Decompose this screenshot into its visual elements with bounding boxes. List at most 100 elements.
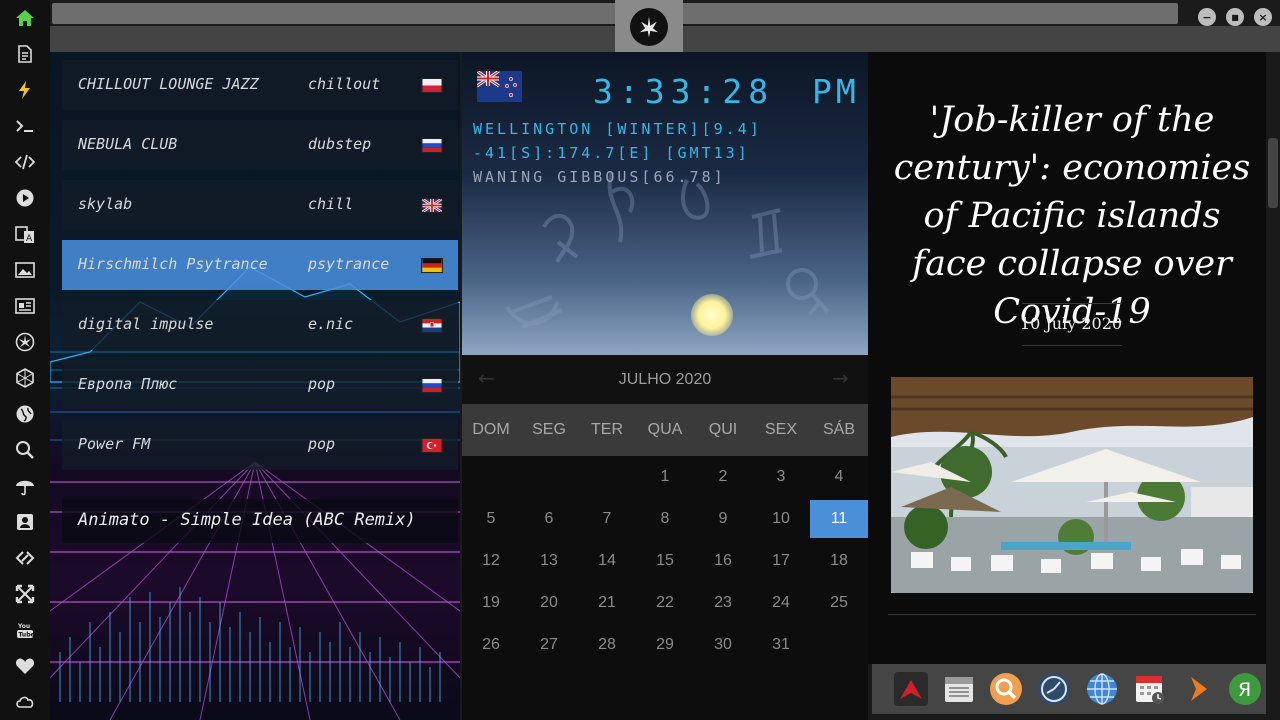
red-arrow-app-icon[interactable] xyxy=(894,672,928,706)
close-button[interactable]: × xyxy=(1254,8,1272,26)
calendar-day[interactable]: 30 xyxy=(694,626,752,664)
document-icon[interactable] xyxy=(13,42,37,66)
turkey-flag-icon xyxy=(421,438,443,453)
station-genre: chillout xyxy=(308,75,381,93)
weekday-label: TER xyxy=(591,421,623,438)
station-row[interactable]: Европа Плюс pop xyxy=(62,360,458,410)
calendar-day[interactable]: 29 xyxy=(636,626,694,664)
minimize-icon: − xyxy=(1202,10,1212,24)
youtube-icon[interactable]: You Tube xyxy=(13,618,37,642)
minimize-button[interactable]: − xyxy=(1198,8,1216,26)
station-row[interactable]: Power FM pop xyxy=(62,420,458,470)
russia-flag-icon xyxy=(421,378,443,393)
calendar-day[interactable]: 2 xyxy=(694,458,752,496)
calendar-day[interactable]: 18 xyxy=(810,542,868,580)
calendar-day[interactable]: 17 xyxy=(752,542,810,580)
station-row-active[interactable]: Hirschmilch Psytrance psytrance xyxy=(62,240,458,290)
play-icon[interactable] xyxy=(13,186,37,210)
calendar-day[interactable]: 4 xyxy=(810,458,868,496)
globe-icon[interactable] xyxy=(13,402,37,426)
station-row[interactable]: NEBULA CLUB dubstep xyxy=(62,120,458,170)
expand-icon[interactable] xyxy=(13,582,37,606)
calendar-day[interactable]: 20 xyxy=(520,584,578,622)
contact-icon[interactable] xyxy=(13,510,37,534)
news-scrollbar-thumb[interactable] xyxy=(1268,138,1278,208)
calendar-day[interactable]: 14 xyxy=(578,542,636,580)
lightning-icon[interactable] xyxy=(13,78,37,102)
rebel-icon[interactable] xyxy=(13,330,37,354)
svg-text:You: You xyxy=(17,623,30,630)
calendar-day[interactable]: 7 xyxy=(578,500,636,538)
calendar-day[interactable]: 9 xyxy=(694,500,752,538)
calendar-day[interactable]: 13 xyxy=(520,542,578,580)
hexagon-icon[interactable] xyxy=(13,366,37,390)
calendar-day[interactable]: 31 xyxy=(752,626,810,664)
calendar-day[interactable]: 25 xyxy=(810,584,868,622)
station-row[interactable]: skylab chill xyxy=(62,180,458,230)
calendar-day[interactable]: 1 xyxy=(636,458,694,496)
home-icon[interactable] xyxy=(13,6,37,30)
weekday-label: SEX xyxy=(764,421,797,438)
weekday-label: SEG xyxy=(532,421,566,438)
calendar-day[interactable]: 28 xyxy=(578,626,636,664)
browser-globe-icon[interactable] xyxy=(1085,672,1119,706)
uk-flag-icon xyxy=(421,198,443,213)
image-icon[interactable] xyxy=(13,258,37,282)
calendar-day[interactable]: 6 xyxy=(520,500,578,538)
calendar-day[interactable]: 8 xyxy=(636,500,694,538)
news-icon[interactable] xyxy=(13,294,37,318)
calendar-gadget-icon[interactable] xyxy=(942,672,976,706)
terminal-icon[interactable] xyxy=(13,114,37,138)
cloud-icon[interactable] xyxy=(13,690,37,714)
calendar-day[interactable]: 23 xyxy=(694,584,752,622)
calendar-app-icon[interactable] xyxy=(1133,672,1167,706)
calendar-day[interactable]: 24 xyxy=(752,584,810,622)
forward-arrow-icon[interactable] xyxy=(1181,672,1215,706)
calendar-day[interactable]: 3 xyxy=(752,458,810,496)
next-month-button[interactable]: → xyxy=(832,366,849,390)
calendar-day[interactable]: 10 xyxy=(752,500,810,538)
world-clock-panel: 3:33:28 PM WELLINGTON [WINTER][9.4] -41[… xyxy=(462,52,868,355)
station-row[interactable]: digital impulse e.nic xyxy=(62,300,458,350)
clock-app-icon[interactable] xyxy=(1037,672,1071,706)
calendar-day[interactable]: 12 xyxy=(462,542,520,580)
station-name: Power FM xyxy=(78,435,151,453)
translate-icon[interactable]: A xyxy=(13,222,37,246)
calendar-day[interactable]: 19 xyxy=(462,584,520,622)
yandex-icon[interactable]: Я xyxy=(1228,672,1262,706)
new-zealand-flag-icon xyxy=(477,71,522,102)
clock-time: 3:33:28 xyxy=(593,72,775,111)
heart-icon[interactable] xyxy=(13,654,37,678)
news-photo[interactable] xyxy=(891,377,1253,593)
calendar-day[interactable]: 26 xyxy=(462,626,520,664)
code-icon[interactable] xyxy=(13,150,37,174)
calendar-day[interactable]: 27 xyxy=(520,626,578,664)
calendar-day[interactable]: 5 xyxy=(462,500,520,538)
calendar-day[interactable]: 22 xyxy=(636,584,694,622)
station-name: Hirschmilch Psytrance xyxy=(78,255,268,273)
calendar-day[interactable]: 16 xyxy=(694,542,752,580)
search-icon[interactable] xyxy=(13,438,37,462)
calendar-weekday-row: DOM SEG TER QUA QUI SEX SÁB xyxy=(462,404,868,456)
rebel-logo-tab[interactable] xyxy=(615,0,683,52)
search-app-icon[interactable] xyxy=(989,672,1023,706)
calendar-day-today[interactable]: 11 xyxy=(810,500,868,538)
germany-flag-icon xyxy=(421,258,443,273)
news-scrollbar[interactable] xyxy=(1266,52,1280,664)
calendar-header: ← JULHO 2020 → xyxy=(462,355,868,404)
now-playing-bar[interactable]: Animato - Simple Idea (ABC Remix) xyxy=(62,499,458,543)
station-genre: dubstep xyxy=(308,135,372,153)
top-bar: − ■ × xyxy=(50,0,1280,52)
station-row[interactable]: CHILLOUT LOUNGE JAZZ chillout xyxy=(62,60,458,110)
news-headline[interactable]: 'Job-killer of the century': economies o… xyxy=(888,96,1256,336)
station-name: digital impulse xyxy=(78,315,214,333)
maximize-button[interactable]: ■ xyxy=(1226,8,1244,26)
link-icon[interactable] xyxy=(13,546,37,570)
umbrella-icon[interactable] xyxy=(13,474,37,498)
calendar-day[interactable]: 21 xyxy=(578,584,636,622)
clock-ampm: PM xyxy=(812,72,860,111)
calendar-widget: ← JULHO 2020 → DOM SEG TER QUA QUI SEX SÁB 123… xyxy=(462,355,868,720)
now-playing-title: Animato - Simple Idea (ABC Remix) xyxy=(78,510,416,530)
calendar-day[interactable]: 15 xyxy=(636,542,694,580)
svg-text:Я: Я xyxy=(1238,679,1251,701)
